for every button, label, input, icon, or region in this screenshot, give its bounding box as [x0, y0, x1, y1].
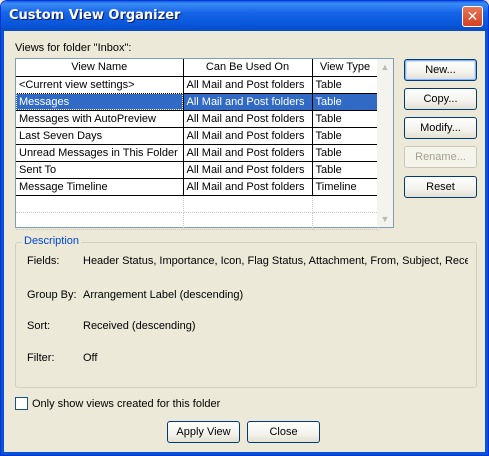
description-title: Description [22, 235, 82, 247]
view-type-cell: Table [312, 144, 379, 162]
can-be-used-on-cell: All Mail and Post folders [183, 110, 313, 128]
can-be-used-on-cell: All Mail and Post folders [183, 76, 313, 94]
only-show-views-checkbox[interactable] [15, 397, 28, 410]
view-name-cell: Messages [16, 93, 184, 111]
view-name-cell: Last Seven Days [16, 127, 184, 145]
view-name-cell: Message Timeline [16, 178, 184, 196]
table-row-selected[interactable]: Messages All Mail and Post folders Table [16, 93, 379, 111]
views-table-header: View Name Can Be Used On View Type [16, 59, 379, 77]
table-row[interactable]: Messages with AutoPreview All Mail and P… [16, 110, 379, 128]
empty-row [16, 212, 379, 230]
window-border-left [1, 31, 4, 455]
only-show-views-option[interactable]: Only show views created for this folder [15, 397, 220, 410]
view-name-cell: Sent To [16, 161, 184, 179]
scroll-down-arrow-icon[interactable]: ▼ [377, 211, 393, 227]
column-header-can-be-used-on[interactable]: Can Be Used On [183, 59, 313, 77]
view-type-cell: Table [312, 93, 379, 111]
filter-value: Off [83, 352, 98, 364]
view-name-cell: <Current view settings> [16, 76, 184, 94]
vertical-scrollbar[interactable]: ▲ ▼ [377, 59, 393, 227]
empty-row [16, 195, 379, 213]
view-name-cell: Messages with AutoPreview [16, 110, 184, 128]
view-type-cell: Timeline [312, 178, 379, 196]
can-be-used-on-cell: All Mail and Post folders [183, 127, 313, 145]
views-list[interactable]: View Name Can Be Used On View Type <Curr… [15, 58, 394, 230]
view-type-cell: Table [312, 127, 379, 145]
new-button[interactable]: New... [404, 59, 477, 81]
rename-button[interactable]: Rename... [404, 146, 477, 168]
window-border-right [485, 31, 488, 455]
window-title: Custom View Organizer [9, 8, 181, 23]
copy-button[interactable]: Copy... [404, 88, 477, 110]
can-be-used-on-cell: All Mail and Post folders [183, 93, 313, 111]
group-by-label: Group By: [27, 289, 77, 301]
views-table: View Name Can Be Used On View Type <Curr… [16, 59, 379, 230]
sort-value: Received (descending) [83, 320, 196, 332]
table-row[interactable]: Message Timeline All Mail and Post folde… [16, 178, 379, 196]
column-header-view-type[interactable]: View Type [312, 59, 379, 77]
sort-label: Sort: [27, 320, 51, 332]
close-button[interactable]: Close [247, 421, 320, 443]
modify-button[interactable]: Modify... [404, 117, 477, 139]
table-row[interactable]: Last Seven Days All Mail and Post folder… [16, 127, 379, 145]
column-header-view-name[interactable]: View Name [16, 59, 184, 77]
reset-button[interactable]: Reset [404, 176, 477, 198]
table-row[interactable]: Sent To All Mail and Post folders Table [16, 161, 379, 179]
can-be-used-on-cell: All Mail and Post folders [183, 144, 313, 162]
view-type-cell: Table [312, 76, 379, 94]
group-by-value: Arrangement Label (descending) [83, 289, 244, 301]
views-for-folder-label: Views for folder "Inbox": [15, 42, 132, 54]
fields-label: Fields: [27, 255, 60, 267]
view-name-cell: Unread Messages in This Folder [16, 144, 184, 162]
custom-view-organizer-dialog: Custom View Organizer ✕ Views for folder… [0, 0, 489, 456]
apply-view-button[interactable]: Apply View [167, 421, 240, 443]
description-group: Description Fields: Header Status, Impor… [15, 235, 477, 388]
can-be-used-on-cell: All Mail and Post folders [183, 178, 313, 196]
title-bar[interactable]: Custom View Organizer ✕ [1, 1, 488, 31]
only-show-views-label: Only show views created for this folder [32, 397, 221, 410]
filter-label: Filter: [27, 352, 55, 364]
view-type-cell: Table [312, 110, 379, 128]
scroll-up-arrow-icon[interactable]: ▲ [377, 59, 393, 75]
window-border-bottom [1, 452, 488, 455]
fields-value: Header Status, Importance, Icon, Flag St… [83, 255, 468, 267]
view-type-cell: Table [312, 161, 379, 179]
close-icon[interactable]: ✕ [462, 6, 483, 27]
table-row[interactable]: <Current view settings> All Mail and Pos… [16, 76, 379, 94]
can-be-used-on-cell: All Mail and Post folders [183, 161, 313, 179]
table-row[interactable]: Unread Messages in This Folder All Mail … [16, 144, 379, 162]
